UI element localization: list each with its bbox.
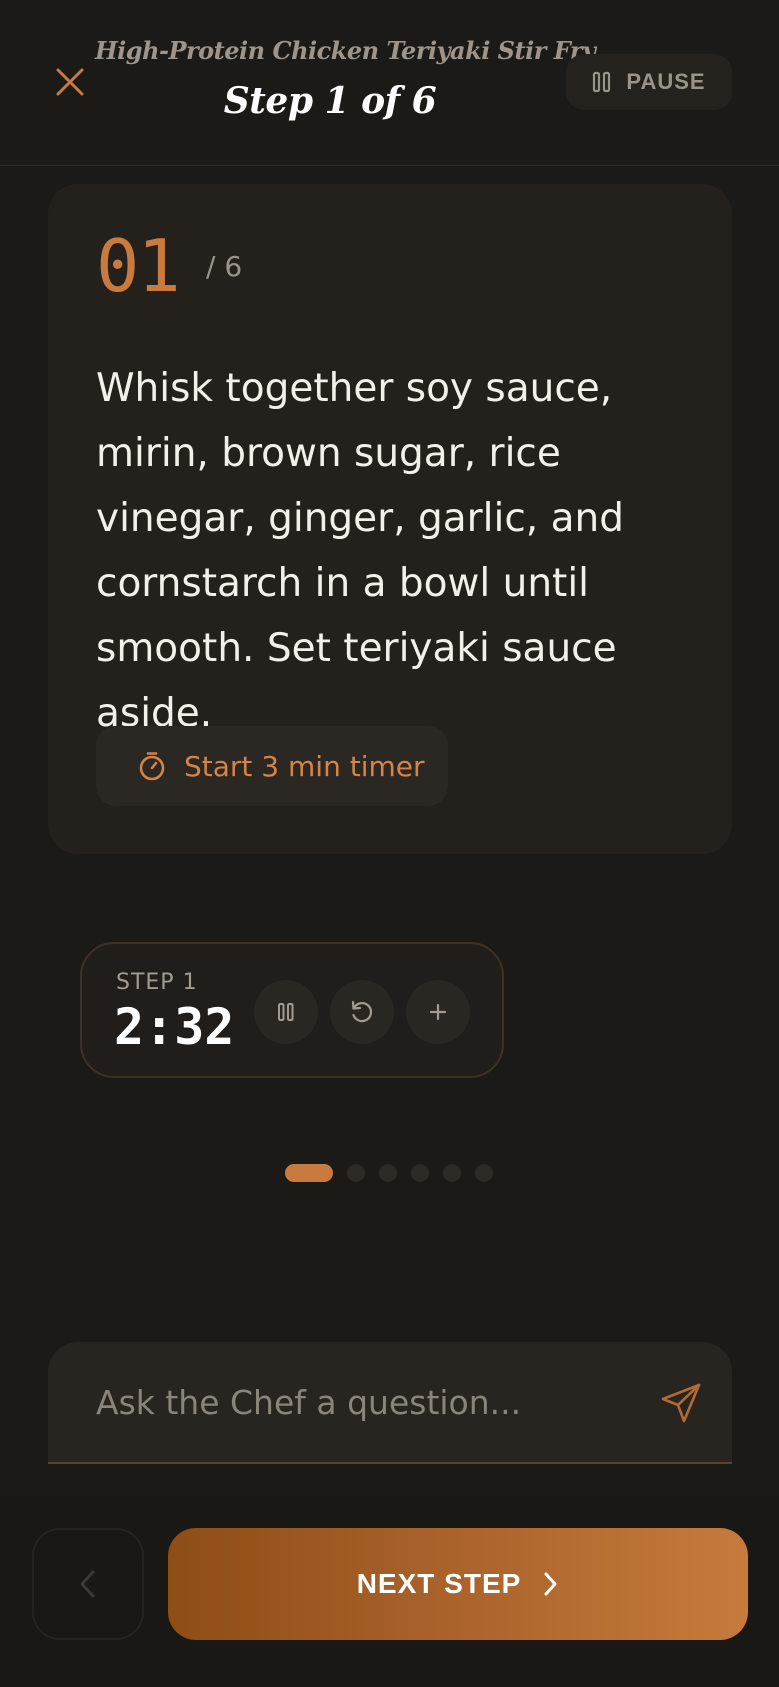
chevron-left-icon [80,1570,95,1598]
step-card: 01 / 6 Whisk together soy sauce, mirin, … [48,184,732,854]
timer-step-label: STEP 1 [116,970,198,995]
step-title: Step 1 of 6 [223,80,437,122]
chevron-right-icon [544,1572,557,1596]
start-timer-button[interactable]: Start 3 min timer [96,726,448,806]
progress-dot-5[interactable] [443,1164,461,1182]
step-progress-dots [285,1164,493,1182]
progress-dot-3[interactable] [379,1164,397,1182]
timer-pause-button[interactable] [254,980,318,1044]
start-timer-label: Start 3 min timer [184,749,425,783]
progress-dot-4[interactable] [411,1164,429,1182]
previous-step-button[interactable] [32,1528,144,1640]
pause-button[interactable]: PAUSE [566,54,732,110]
pause-icon [593,71,611,93]
timer-time: 2:32 [114,998,235,1056]
footer-nav: NEXT STEP [0,1496,779,1687]
step-instruction: Whisk together soy sauce, mirin, brown s… [96,366,624,736]
timer-add-button[interactable] [406,980,470,1044]
next-step-button[interactable]: NEXT STEP [168,1528,748,1640]
cook-mode-header: High-Protein Chicken Teriyaki Stir Fry S… [0,0,779,166]
step-total: / 6 [206,250,243,283]
recipe-title: High-Protein Chicken Teriyaki Stir Fry [95,36,596,65]
timer-reset-button[interactable] [330,980,394,1044]
progress-dot-1[interactable] [285,1164,333,1182]
ask-chef-box [48,1342,732,1464]
step-number: 01 [96,224,181,308]
pause-icon [278,1003,294,1021]
next-step-label: NEXT STEP [356,1568,522,1599]
progress-dot-2[interactable] [347,1164,365,1182]
step-timer-widget: STEP 1 2:32 [80,942,504,1078]
reset-icon [351,1000,373,1023]
pause-label: PAUSE [626,69,706,94]
stopwatch-icon [139,752,165,781]
send-button[interactable] [654,1376,708,1430]
plus-icon [429,1003,447,1021]
ask-chef-input[interactable] [96,1372,636,1432]
send-icon [661,1383,701,1423]
progress-dot-6[interactable] [475,1164,493,1182]
